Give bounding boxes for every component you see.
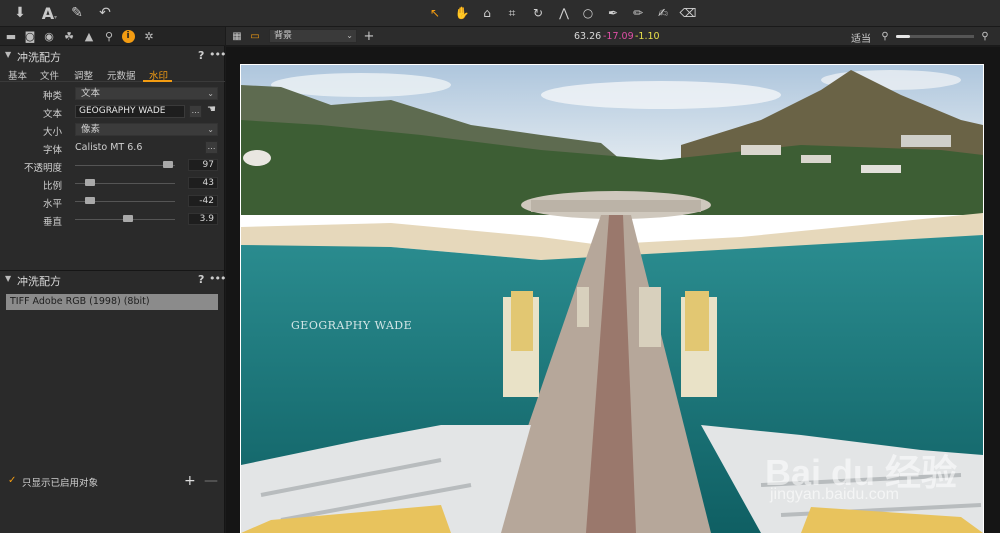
hand-tool-icon[interactable]: ✋ bbox=[452, 4, 472, 22]
add-icon[interactable]: + bbox=[362, 29, 376, 44]
import-icon[interactable]: ⬇ bbox=[10, 3, 30, 23]
add-recipe-button[interactable]: + bbox=[184, 473, 196, 489]
exposure-icon[interactable]: ▲ bbox=[81, 28, 97, 44]
vertical-value[interactable]: 3.9 bbox=[188, 213, 218, 225]
horizontal-value[interactable]: -42 bbox=[188, 195, 218, 207]
watermark-text-input[interactable]: GEOGRAPHY WADE bbox=[75, 105, 185, 118]
scale-label: 比例 bbox=[42, 181, 62, 192]
folder-icon[interactable]: ▬ bbox=[3, 28, 19, 44]
more-options-icon[interactable]: ••• bbox=[209, 48, 226, 61]
help-icon[interactable]: ? bbox=[198, 273, 204, 286]
size-label: 大小 bbox=[42, 127, 62, 138]
section-title: 冲洗配方 bbox=[17, 51, 61, 64]
tab-basic[interactable]: 基本 bbox=[8, 68, 27, 82]
remove-recipe-button[interactable]: — bbox=[204, 473, 218, 489]
font-label: 字体 bbox=[42, 145, 62, 156]
background-value: 背景 bbox=[274, 31, 293, 41]
text-more-button[interactable]: … bbox=[189, 105, 202, 118]
recipe-list-footer: ✓ 只显示已启用对象 + — bbox=[0, 473, 225, 490]
viewer-toolbar: ▦ ▭ 背景 ⌄ + 63.26 -17.09 -1.10 适当 ⚲ ⚲ bbox=[226, 27, 1000, 46]
tab-file[interactable]: 文件 bbox=[40, 68, 59, 82]
vertical-slider-thumb[interactable] bbox=[123, 215, 133, 222]
collapse-arrow-icon[interactable]: ▼ bbox=[5, 274, 11, 283]
zoom-slider[interactable] bbox=[896, 35, 974, 38]
left-tool-panel: ▬ ◙ ◉ ☘ ▲ ⚲ i ✲ ▼ 冲洗配方 ? ••• 基本 文件 调整 元数… bbox=[0, 27, 226, 533]
color-readout-b: -1.10 bbox=[635, 31, 660, 42]
grid-view-icon[interactable]: ▦ bbox=[230, 29, 244, 43]
recipe-list-item[interactable]: TIFF Adobe RGB (1998) (8bit) bbox=[6, 294, 218, 310]
zoom-in-icon[interactable]: ⚲ bbox=[978, 29, 992, 43]
tab-adjust[interactable]: 调整 bbox=[74, 68, 93, 82]
horizontal-label: 水平 bbox=[42, 199, 62, 210]
opacity-slider-thumb[interactable] bbox=[163, 161, 173, 168]
image-viewer[interactable]: GEOGRAPHY WADE Bai du 经验 jingyan.baidu.c… bbox=[226, 47, 1000, 533]
layers-icon[interactable]: ☘ bbox=[61, 28, 77, 44]
text-label: 文本 bbox=[42, 109, 62, 120]
active-tab-indicator bbox=[143, 80, 172, 82]
chevron-down-icon: ⌄ bbox=[207, 89, 214, 98]
kind-label: 种类 bbox=[42, 91, 62, 102]
camera-icon[interactable]: ◙ bbox=[22, 28, 38, 44]
help-icon[interactable]: ? bbox=[198, 49, 204, 62]
size-dropdown[interactable]: 像素 ⌄ bbox=[75, 123, 218, 136]
background-dropdown[interactable]: 背景 ⌄ bbox=[269, 29, 357, 43]
details-icon[interactable]: ⚲ bbox=[101, 28, 117, 44]
undo-icon[interactable]: ↶ bbox=[95, 3, 115, 23]
chevron-down-icon: ⌄ bbox=[346, 31, 353, 40]
chevron-down-icon: ⌄ bbox=[207, 125, 214, 134]
settings-icon[interactable]: ✲ bbox=[141, 28, 157, 44]
brush-icon[interactable]: ✎ bbox=[67, 3, 87, 23]
spot-tool-icon[interactable]: ○ bbox=[578, 4, 598, 22]
collapse-arrow-icon[interactable]: ▼ bbox=[5, 50, 11, 59]
tab-metadata[interactable]: 元数据 bbox=[107, 68, 136, 82]
output-recipe-header[interactable]: ▼ 冲洗配方 ? ••• bbox=[0, 47, 226, 64]
color-readout-l: 63.26 bbox=[574, 31, 602, 42]
pen-tool-icon[interactable]: ✒ bbox=[603, 4, 623, 22]
scale-value[interactable]: 43 bbox=[188, 177, 218, 189]
pencil-tool-icon[interactable]: ✏ bbox=[628, 4, 648, 22]
scale-slider-thumb[interactable] bbox=[85, 179, 95, 186]
enabled-only-checkbox[interactable]: ✓ bbox=[8, 476, 18, 486]
pointer-tool-icon[interactable]: ↖ bbox=[425, 4, 445, 22]
loupe-tool-icon[interactable]: ⌂ bbox=[477, 4, 497, 22]
main-toolbar: ⬇ A ▾ ✎ ↶ ↖ ✋ ⌂ ⌗ ↻ ⋀ ○ ✒ ✏ ✍ ⌫ bbox=[0, 0, 1000, 27]
watermark-text[interactable]: GEOGRAPHY WADE bbox=[291, 319, 412, 332]
kind-dropdown[interactable]: 文本 ⌄ bbox=[75, 87, 218, 100]
enabled-only-label: 只显示已启用对象 bbox=[22, 478, 99, 489]
horizontal-slider-thumb[interactable] bbox=[85, 197, 95, 204]
brush-tool-icon[interactable]: ✍ bbox=[653, 4, 673, 22]
opacity-label: 不透明度 bbox=[23, 163, 62, 174]
section-title: 冲洗配方 bbox=[17, 275, 61, 288]
dropdown-caret-icon: ▾ bbox=[54, 14, 58, 21]
color-readout-a: -17.09 bbox=[603, 31, 634, 42]
kind-value: 文本 bbox=[81, 88, 101, 99]
zoom-out-icon[interactable]: ⚲ bbox=[878, 29, 892, 43]
rotate-tool-icon[interactable]: ↻ bbox=[528, 4, 548, 22]
font-value: Calisto MT 6.6 bbox=[75, 142, 143, 153]
recipe-subtabs: 基本 文件 调整 元数据 水印 bbox=[0, 67, 225, 82]
keystone-tool-icon[interactable]: ⋀ bbox=[554, 4, 574, 22]
size-value: 像素 bbox=[81, 124, 101, 135]
hand-picker-icon[interactable]: ☚ bbox=[205, 105, 218, 118]
baidu-url-watermark: jingyan.baidu.com bbox=[770, 486, 899, 503]
metadata-icon[interactable]: i bbox=[120, 28, 136, 44]
zoom-fit-label[interactable]: 适当 bbox=[851, 30, 871, 45]
output-recipe-header-2[interactable]: ▼ 冲洗配方 ? ••• bbox=[0, 271, 226, 288]
vertical-label: 垂直 bbox=[42, 217, 62, 228]
zoom-slider-fill bbox=[896, 35, 911, 38]
opacity-slider[interactable] bbox=[75, 165, 175, 166]
tool-tab-bar: ▬ ◙ ◉ ☘ ▲ ⚲ i ✲ bbox=[0, 27, 225, 46]
color-icon[interactable]: ◉ bbox=[41, 28, 57, 44]
opacity-value[interactable]: 97 bbox=[188, 159, 218, 171]
crop-tool-icon[interactable]: ⌗ bbox=[502, 4, 522, 22]
single-view-icon[interactable]: ▭ bbox=[248, 29, 262, 43]
font-more-button[interactable]: … bbox=[205, 141, 218, 154]
eraser-tool-icon[interactable]: ⌫ bbox=[678, 4, 698, 22]
more-options-icon[interactable]: ••• bbox=[209, 272, 226, 285]
photo-frame[interactable]: GEOGRAPHY WADE Bai du 经验 jingyan.baidu.c… bbox=[240, 64, 984, 533]
